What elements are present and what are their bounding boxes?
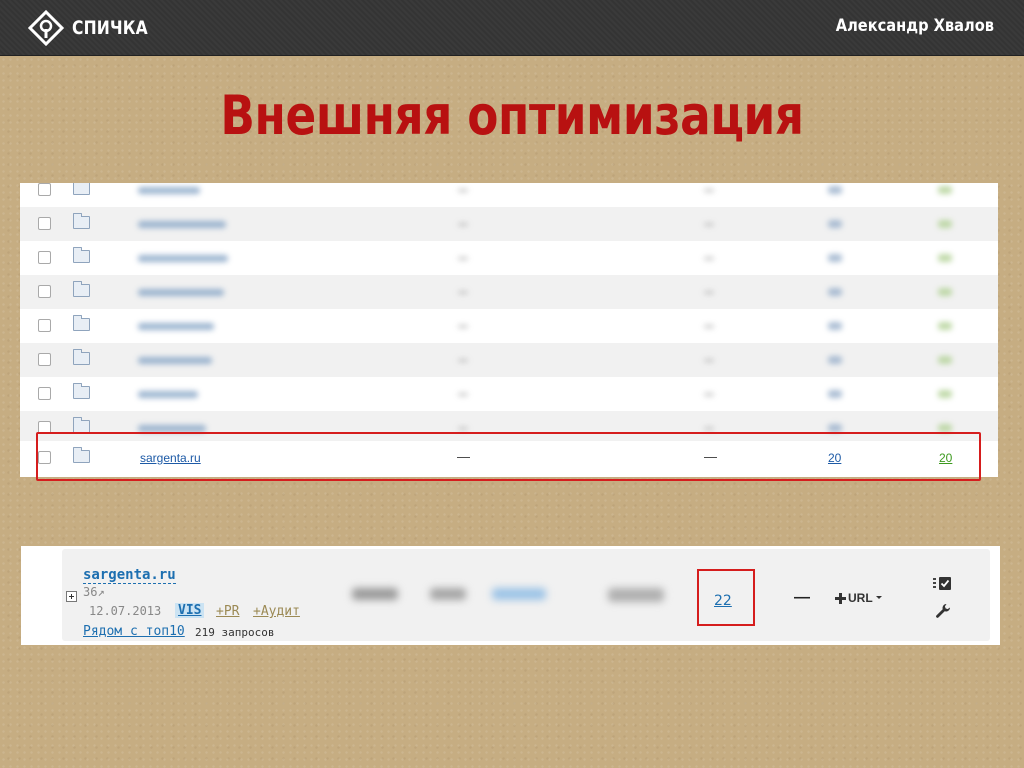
site-panel-screenshot: sargenta.ru 36↗ 12.07.2013 VIS +PR +Ауди…: [21, 546, 1000, 645]
blurred-metric: [492, 588, 546, 600]
panel-site-link[interactable]: sargenta.ru: [83, 567, 176, 584]
row-checkbox[interactable]: [38, 285, 51, 298]
add-url-button[interactable]: URL: [835, 591, 883, 605]
folder-icon: [73, 213, 90, 229]
audit-link[interactable]: +Аудит: [253, 604, 300, 619]
site-panel: sargenta.ru 36↗ 12.07.2013 VIS +PR +Ауди…: [62, 549, 990, 641]
folder-icon: [73, 383, 90, 399]
folder-icon: [73, 315, 90, 331]
wrench-icon[interactable]: [935, 603, 951, 619]
url-button-label: URL: [848, 591, 873, 605]
panel-date: 12.07.2013: [89, 604, 162, 618]
plus-icon: [835, 592, 846, 604]
author-name: Александр Хвалов: [835, 16, 994, 36]
blurred-metric: [352, 588, 398, 600]
chevron-down-icon: [875, 596, 882, 599]
folder-icon: [73, 183, 90, 195]
blurred-metric: [608, 588, 664, 602]
folder-icon: [73, 349, 90, 365]
highlight-frame-value: [697, 569, 755, 626]
table-row: [20, 343, 998, 377]
highlight-frame-row: [36, 432, 981, 481]
queries-count: 219 запросов: [195, 626, 275, 639]
table-row: [20, 207, 998, 241]
vis-link[interactable]: VIS: [175, 603, 205, 618]
pr-link[interactable]: +PR: [216, 604, 239, 619]
match-logo-icon: [28, 10, 64, 46]
row-checkbox[interactable]: [38, 251, 51, 264]
folder-icon: [73, 247, 90, 263]
checklist-icon[interactable]: [933, 577, 951, 590]
table-row: [20, 275, 998, 309]
table-row: [20, 183, 998, 207]
panel-rank: 36↗: [83, 585, 105, 599]
slide-title: Внешняя оптимизация: [220, 84, 804, 147]
table-row: [20, 377, 998, 411]
folder-icon: [73, 281, 90, 297]
row-checkbox[interactable]: [38, 183, 51, 196]
table-row: [20, 241, 998, 275]
row-checkbox[interactable]: [38, 353, 51, 366]
row-checkbox[interactable]: [38, 319, 51, 332]
top-bar: СПИЧКА Александр Хвалов: [0, 0, 1024, 56]
table-row: [20, 309, 998, 343]
logo: СПИЧКА: [28, 10, 165, 46]
blurred-metric: [430, 588, 466, 600]
near-top10-link[interactable]: Рядом с топ10: [83, 624, 185, 639]
row-checkbox[interactable]: [38, 387, 51, 400]
expand-icon[interactable]: [66, 591, 77, 602]
logo-text: СПИЧКА: [72, 17, 148, 39]
panel-dash: —: [794, 589, 810, 606]
row-checkbox[interactable]: [38, 217, 51, 230]
